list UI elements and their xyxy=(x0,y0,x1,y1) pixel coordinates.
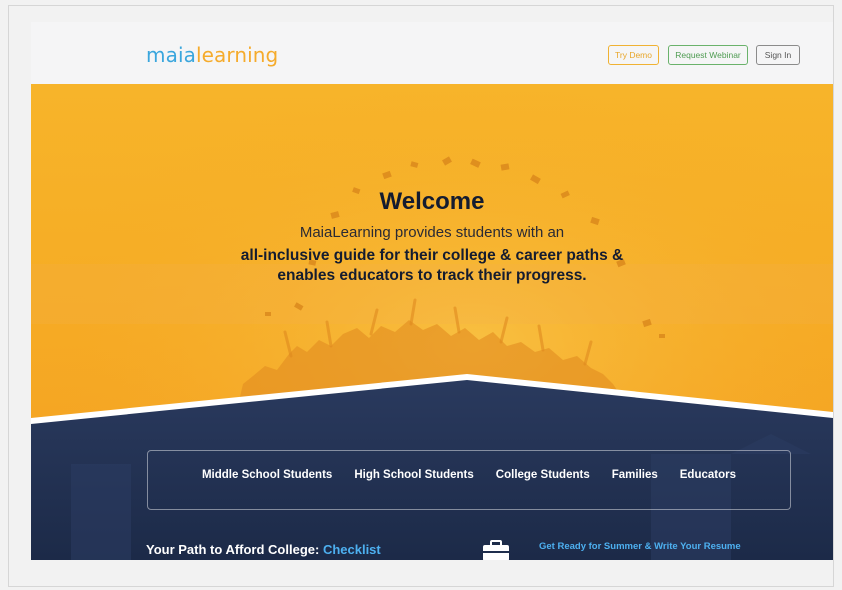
try-demo-button[interactable]: Try Demo xyxy=(608,45,659,65)
webpage: maialearning Try Demo Request Webinar Si… xyxy=(31,22,833,560)
briefcase-icon xyxy=(483,540,509,560)
audience-middle-school-link[interactable]: Middle School Students xyxy=(202,469,332,491)
afford-college-text: Your Path to Afford College: xyxy=(146,542,323,557)
summer-resume-link[interactable]: Get Ready for Summer & Write Your Resume xyxy=(539,541,741,552)
maialearning-logo[interactable]: maialearning xyxy=(146,43,278,67)
request-webinar-button[interactable]: Request Webinar xyxy=(668,45,748,65)
audience-nav: Middle School Students High School Stude… xyxy=(147,450,791,510)
audience-families-link[interactable]: Families xyxy=(612,469,658,491)
checklist-link[interactable]: Checklist xyxy=(323,542,381,557)
audience-high-school-link[interactable]: High School Students xyxy=(354,469,473,491)
audience-college-link[interactable]: College Students xyxy=(496,469,590,491)
welcome-subtitle: MaiaLearning provides students with an xyxy=(299,224,565,241)
welcome-tagline-line2: enables educators to track their progres… xyxy=(277,267,587,284)
welcome-heading: Welcome xyxy=(379,188,485,215)
browser-frame: maialearning Try Demo Request Webinar Si… xyxy=(8,5,834,587)
logo-text-maia: maia xyxy=(146,43,196,67)
hero-section: Welcome MaiaLearning provides students w… xyxy=(31,84,833,560)
site-header: maialearning Try Demo Request Webinar Si… xyxy=(31,22,833,84)
logo-text-learning: learning xyxy=(195,43,279,67)
sign-in-button[interactable]: Sign In xyxy=(756,45,800,65)
audience-educators-link[interactable]: Educators xyxy=(680,469,736,491)
welcome-tagline-line1: all-inclusive guide for their college & … xyxy=(240,247,624,264)
afford-college-promo: Your Path to Afford College: Checklist xyxy=(146,542,381,557)
